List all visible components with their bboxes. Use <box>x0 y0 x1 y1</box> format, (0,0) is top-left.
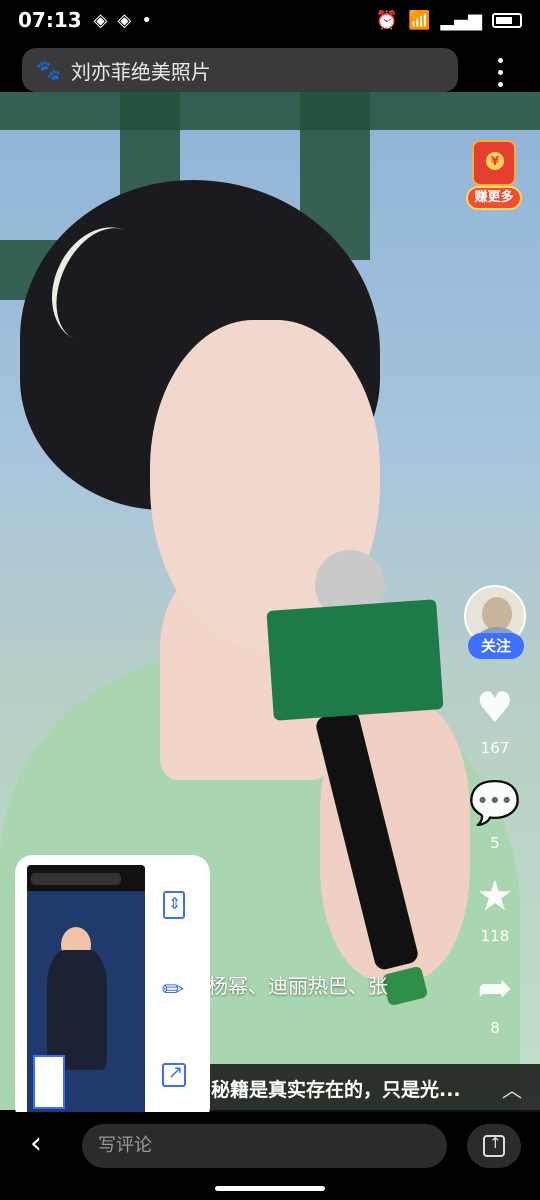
app-notification-icon: ◈ <box>117 9 132 31</box>
search-query: 刘亦菲绝美照片 <box>70 59 211 84</box>
share-screenshot-button[interactable] <box>157 1058 191 1092</box>
status-notification-icons: ◈ ◈ • <box>94 10 152 31</box>
status-time: 07:13 <box>18 8 82 32</box>
comment-count: 5 <box>490 834 500 852</box>
follow-button[interactable]: 关注 <box>468 633 524 659</box>
favorite-button[interactable]: ★ 118 <box>460 871 530 946</box>
comment-bubble-icon: 💬 <box>468 778 522 827</box>
baidu-paw-icon: 🐾 <box>36 58 61 82</box>
video-title-bar[interactable]: 秘籍是真实存在的，只是光... ︿ <box>205 1064 540 1112</box>
like-button[interactable]: ♥ 167 <box>460 683 530 758</box>
red-packet-label: 赚更多 <box>466 186 522 210</box>
share-count: 8 <box>490 1019 500 1037</box>
share-button[interactable]: ➦ 8 <box>460 963 530 1038</box>
thumbnail-topbar <box>27 865 145 891</box>
comment-input[interactable]: 写评论 <box>82 1124 447 1168</box>
wifi-icon: 📶 <box>408 9 431 31</box>
star-icon: ★ <box>476 871 514 920</box>
dot-icon: • <box>141 9 152 31</box>
thumbnail-person <box>47 950 107 1070</box>
signal-icon: ▂▄▆ <box>440 9 482 31</box>
more-vertical-icon[interactable] <box>490 54 510 90</box>
comment-button[interactable]: 💬 5 <box>460 778 530 853</box>
bottom-bar: ‹ 写评论 <box>0 1112 540 1180</box>
share-icon <box>162 1062 186 1087</box>
home-indicator[interactable] <box>215 1186 325 1191</box>
top-bar: 🐾 刘亦菲绝美照片 <box>0 40 540 92</box>
status-system-icons: ⏰ 📶 ▂▄▆ <box>376 10 522 31</box>
back-arrow-icon[interactable]: ‹ <box>30 1126 42 1161</box>
thumbnail-nested-preview <box>33 1055 65 1109</box>
background-sign <box>0 90 540 130</box>
alarm-icon: ⏰ <box>375 9 399 31</box>
edit-icon: ✎ <box>155 971 193 1009</box>
red-packet-button[interactable]: ¥ 赚更多 <box>466 140 522 212</box>
heart-icon: ♥ <box>476 683 514 732</box>
battery-icon <box>492 12 522 28</box>
microphone-logo-box <box>266 599 444 721</box>
favorite-count: 118 <box>480 927 510 945</box>
edit-screenshot-button[interactable]: ✎ <box>155 971 193 1009</box>
scroll-screenshot-button[interactable] <box>157 888 191 922</box>
scroll-screenshot-icon <box>163 891 185 919</box>
screenshot-thumbnail[interactable] <box>27 865 145 1117</box>
status-bar: 07:13 ◈ ◈ • ⏰ 📶 ▂▄▆ <box>0 0 540 40</box>
chevron-up-icon[interactable]: ︿ <box>502 1074 522 1103</box>
app-notification-icon: ◈ <box>93 9 108 31</box>
like-count: 167 <box>480 739 510 757</box>
red-packet-icon: ¥ <box>472 140 516 186</box>
action-rail: 关注 ♥ 167 💬 5 ★ 118 ➦ 8 <box>460 585 530 1037</box>
cast-screen-button[interactable] <box>467 1124 521 1168</box>
video-title: 秘籍是真实存在的，只是光... <box>211 1078 461 1101</box>
search-bar[interactable]: 🐾 刘亦菲绝美照片 <box>22 48 458 92</box>
share-arrow-icon: ➦ <box>477 963 513 1012</box>
video-caption: 杨幂、迪丽热巴、张 <box>208 974 388 998</box>
cast-screen-icon <box>483 1134 505 1157</box>
yuan-symbol: ¥ <box>486 152 504 170</box>
screenshot-preview-card[interactable]: ✎ <box>15 855 210 1125</box>
